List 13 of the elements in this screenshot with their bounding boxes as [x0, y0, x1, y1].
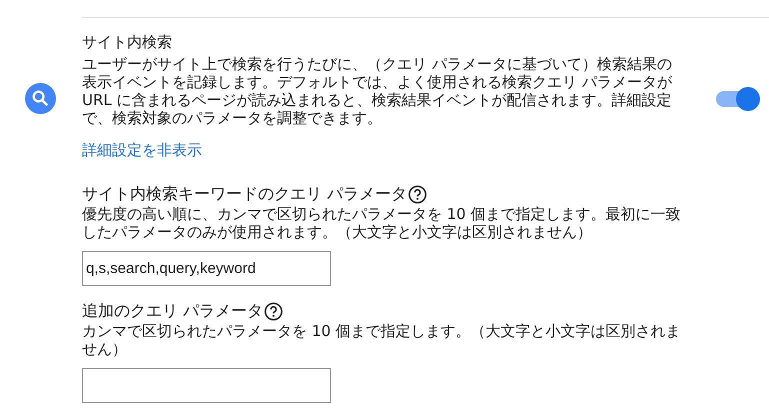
search-icon — [25, 83, 56, 114]
setting-description: ユーザーがサイト上で検索を行うたびに、（クエリ パラメータに基づいて）検索結果の表示イベントを記録します。デフォルトでは、よく使用される検索クエリ パラメータが URL に含まれるページが読み込まれると、検索結果イベントが配信されます。詳細設定で、検索対象のパラメータを調整できます。 — [82, 55, 673, 127]
field-label: 追加のクエリ パラメータ — [82, 300, 264, 322]
input-field[interactable] — [82, 368, 331, 403]
setting-title: サイト内検索 — [82, 33, 173, 51]
hide-advanced-link[interactable]: 詳細設定を非表示 — [82, 141, 202, 159]
help-icon[interactable] — [264, 302, 284, 320]
field-hint: カンマで区切られたパラメータを 10 個まで指定します。（大文字と小文字は区別されません） — [82, 322, 682, 358]
field-label: サイト内検索キーワードのクエリ パラメータ — [82, 183, 408, 205]
toggle-switch[interactable] — [714, 86, 760, 112]
input-field[interactable]: q,s,search,query,keyword — [82, 251, 331, 286]
field-hint: 優先度の高い順に、カンマで区切られたパラメータを 10 個まで指定します。最初に一致したパラメータのみが使用されます。（大文字と小文字は区別されません） — [82, 205, 682, 241]
help-icon[interactable] — [408, 184, 428, 204]
